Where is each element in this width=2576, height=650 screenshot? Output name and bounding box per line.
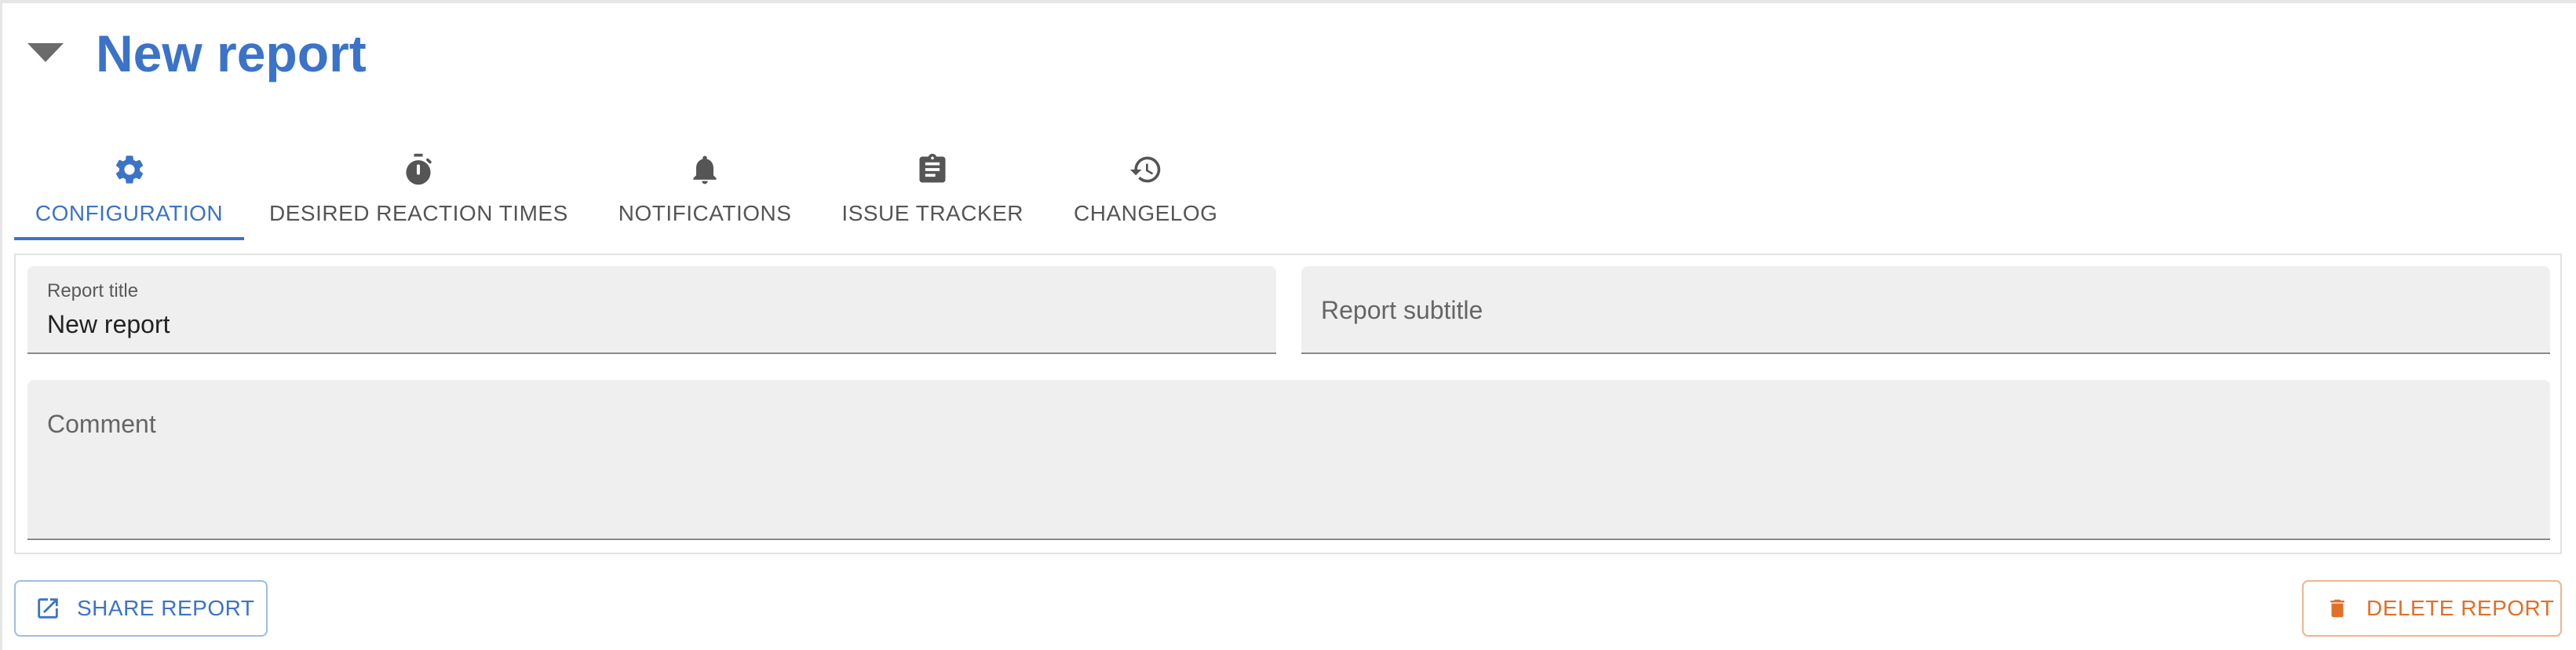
gear-icon <box>112 149 147 190</box>
collapse-caret-icon[interactable] <box>27 35 64 72</box>
report-title-field[interactable]: Report title New report <box>27 266 1276 354</box>
trash-icon <box>2326 595 2349 622</box>
bell-icon <box>688 149 722 190</box>
tab-label: NOTIFICATIONS <box>618 201 792 225</box>
report-subtitle-placeholder: Report subtitle <box>1321 296 1483 324</box>
report-title-value[interactable]: New report <box>47 310 170 339</box>
open-in-new-icon <box>35 595 61 622</box>
tab-issue-tracker[interactable]: ISSUE TRACKER <box>816 138 1049 240</box>
tab-desired-reaction-times[interactable]: DESIRED REACTION TIMES <box>244 138 593 240</box>
delete-report-button[interactable]: DELETE REPORT <box>2302 580 2562 637</box>
left-border <box>0 0 2 650</box>
comment-field[interactable]: Comment <box>27 380 2550 540</box>
page-title: New report <box>96 24 367 82</box>
clipboard-icon <box>915 149 950 190</box>
tab-label: DESIRED REACTION TIMES <box>269 201 568 225</box>
comment-placeholder: Comment <box>47 410 156 438</box>
tab-configuration[interactable]: CONFIGURATION <box>14 138 244 240</box>
top-border <box>0 0 2576 3</box>
report-tabs: CONFIGURATION DESIRED REACTION TIMES NOT… <box>14 138 1242 240</box>
history-icon <box>1129 149 1163 190</box>
tab-label: CHANGELOG <box>1074 201 1218 225</box>
tab-changelog[interactable]: CHANGELOG <box>1049 138 1242 240</box>
report-title-label: Report title <box>47 280 139 301</box>
tab-label: ISSUE TRACKER <box>841 201 1024 225</box>
share-report-button[interactable]: SHARE REPORT <box>14 580 268 637</box>
report-subtitle-field[interactable]: Report subtitle <box>1301 266 2550 354</box>
tab-label: CONFIGURATION <box>35 201 224 225</box>
report-header: New report <box>27 22 367 85</box>
stopwatch-icon <box>401 149 436 190</box>
share-report-label: SHARE REPORT <box>77 596 255 620</box>
delete-report-label: DELETE REPORT <box>2366 596 2555 620</box>
tab-notifications[interactable]: NOTIFICATIONS <box>593 138 817 240</box>
